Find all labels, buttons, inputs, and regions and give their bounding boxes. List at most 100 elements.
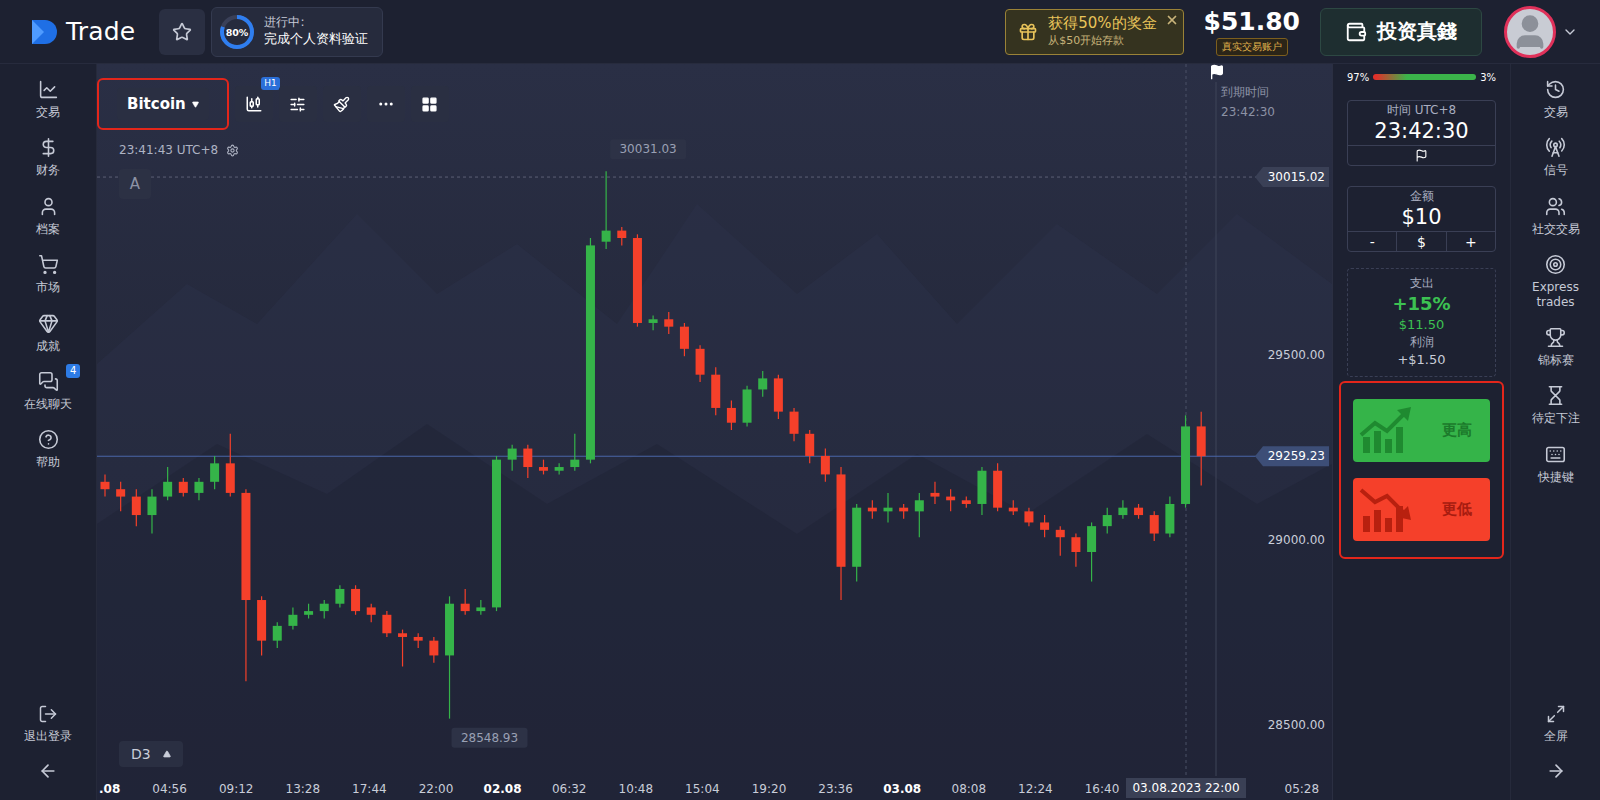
trade-panel: 97%3%时间 UTC+823:42:30金额$10-$+支出+15%$11.5… <box>1332 64 1510 800</box>
time-tick: 03.08 <box>883 782 921 796</box>
bonus-title: 获得50%的奖金 <box>1048 15 1156 32</box>
candle <box>570 434 579 471</box>
candle <box>1087 522 1096 581</box>
candle <box>335 585 344 607</box>
cart-icon <box>38 254 59 275</box>
time-tick: 19:20 <box>752 782 787 796</box>
expiry-mode-button[interactable] <box>1348 146 1495 165</box>
nav-item[interactable]: 待定下注 <box>1511 376 1600 434</box>
candle <box>555 463 564 474</box>
price-tick: 29500.00 <box>1268 348 1325 362</box>
nav-item[interactable]: 信号 <box>1511 128 1600 186</box>
candle <box>241 489 250 681</box>
candle <box>1150 511 1159 541</box>
logo[interactable]: Trade <box>30 17 135 47</box>
candle <box>727 401 736 431</box>
nav-item[interactable]: Express trades <box>1511 245 1600 318</box>
amount-control[interactable]: + <box>1446 232 1495 251</box>
target-icon <box>1545 254 1566 275</box>
nav-item[interactable]: 社交交易 <box>1511 187 1600 245</box>
payout-total: $11.50 <box>1399 318 1445 333</box>
price-tick: 29000.00 <box>1268 533 1325 547</box>
candle <box>398 630 407 667</box>
layout-button[interactable] <box>411 86 449 122</box>
candle <box>1165 497 1174 538</box>
nav-item[interactable]: 锦标赛 <box>1511 318 1600 376</box>
nav-item[interactable]: 在线聊天4 <box>0 362 96 420</box>
collapse-button[interactable] <box>0 752 96 790</box>
candle <box>116 482 125 512</box>
zoom-selector[interactable]: D3 <box>119 741 183 767</box>
gear-icon[interactable] <box>226 144 239 157</box>
verification-progress[interactable]: 80%进行中:完成个人资料验证 <box>211 7 383 57</box>
high-label: 30031.03 <box>610 139 686 159</box>
chevron-down-icon[interactable] <box>1562 24 1578 40</box>
nav-item[interactable]: 退出登录 <box>0 695 96 752</box>
nav-item[interactable]: 帮助 <box>0 420 96 478</box>
nav-item[interactable]: 市场 <box>0 245 96 303</box>
bonus-banner[interactable]: 获得50%的奖金从$50开始存款 <box>1005 9 1183 55</box>
amount-control[interactable]: $ <box>1396 232 1445 251</box>
candle <box>320 600 329 618</box>
dollar-icon <box>38 137 59 158</box>
caret-icon <box>192 101 199 108</box>
nav-item[interactable]: 交易 <box>1511 70 1600 128</box>
candle <box>758 371 767 397</box>
avatar[interactable] <box>1504 6 1556 58</box>
star-icon <box>172 22 192 42</box>
nav-item[interactable]: 财务 <box>0 128 96 186</box>
nav-item[interactable]: 档案 <box>0 187 96 245</box>
time-field[interactable]: 时间 UTC+823:42:30 <box>1347 100 1496 166</box>
nav-badge: 4 <box>66 364 80 378</box>
flag-icon <box>1415 149 1428 162</box>
indicators-button[interactable] <box>279 86 317 122</box>
nav-label: 财务 <box>36 163 60 177</box>
gem-icon <box>38 313 59 334</box>
top-bar: Trade 80%进行中:完成个人资料验证 获得50%的奖金从$50开始存款 $51.… <box>0 0 1600 64</box>
more-button[interactable] <box>367 86 405 122</box>
nav-item[interactable]: 成就 <box>0 304 96 362</box>
svg-text:29259.23: 29259.23 <box>1268 449 1325 463</box>
payout: 支出+15%$11.50利润+$1.50 <box>1347 268 1496 376</box>
annotation-frame: 更高更低 <box>1339 381 1504 559</box>
nav-label: 档案 <box>36 222 60 236</box>
candle <box>226 434 235 497</box>
candle <box>132 489 141 526</box>
balance[interactable]: $51.80真实交易账户 <box>1204 7 1300 56</box>
amount-field[interactable]: 金额$10-$+ <box>1347 186 1496 252</box>
reference-price-tag: 30015.02 <box>1255 167 1329 187</box>
amount-control[interactable]: - <box>1348 232 1396 251</box>
candle <box>1009 500 1018 515</box>
candle <box>304 604 313 619</box>
asset-selector[interactable]: Bitcoin <box>117 88 209 120</box>
drawing-button[interactable] <box>323 86 361 122</box>
flag-icon[interactable] <box>1209 64 1225 80</box>
candle <box>774 375 783 419</box>
svg-text:03.08.2023 22:00: 03.08.2023 22:00 <box>1132 781 1239 795</box>
chart-type-button[interactable]: H1 <box>235 86 273 122</box>
deposit-button[interactable]: 投资真錢 <box>1320 8 1482 56</box>
candle <box>1071 534 1080 567</box>
svg-text:28548.93: 28548.93 <box>461 731 518 745</box>
nav-label: 市场 <box>36 280 60 294</box>
lower-button[interactable]: 更低 <box>1353 478 1490 541</box>
svg-text:80%: 80% <box>226 26 249 37</box>
favorite-button[interactable] <box>159 9 205 55</box>
balance-amount: $51.80 <box>1204 7 1300 36</box>
candle <box>915 493 924 537</box>
candle <box>508 445 517 471</box>
candle <box>664 312 673 334</box>
nav-item[interactable]: 全屏 <box>1511 695 1600 752</box>
annotation-frame: Bitcoin <box>97 78 229 130</box>
drawing-mode[interactable]: A <box>119 169 151 199</box>
price-chart[interactable]: 30031.0328548.9329500.0029000.0028500.00… <box>97 64 1332 800</box>
candle <box>163 467 172 500</box>
higher-button[interactable]: 更高 <box>1353 399 1490 462</box>
user-icon <box>1510 12 1550 52</box>
nav-item[interactable]: 快捷键 <box>1511 435 1600 493</box>
collapse-button[interactable] <box>1511 752 1600 790</box>
nav-item[interactable]: 交易 <box>0 70 96 128</box>
candle <box>1024 508 1033 526</box>
close-button[interactable] <box>1165 13 1179 27</box>
timeframe-badge: H1 <box>261 77 280 90</box>
